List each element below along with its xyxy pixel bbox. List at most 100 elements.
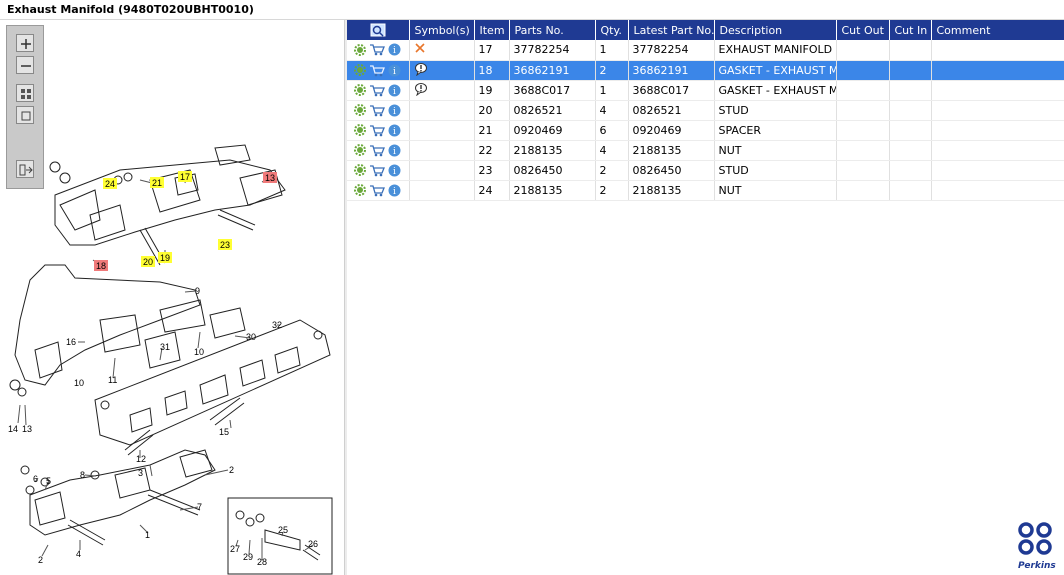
row-description: GASKET - EXHAUST MANIFOLD — [714, 60, 837, 81]
column-header-cut-in[interactable]: Cut In — [889, 20, 932, 40]
parts-list-pane: Symbol(s) Item Parts No. Qty. Latest Par… — [347, 20, 1064, 575]
callout-18[interactable]: 18 — [96, 261, 106, 271]
row-description: STUD — [714, 160, 837, 181]
table-row[interactable]: i 22 2188135 4 2188135 NUT — [347, 140, 1064, 161]
callout-7[interactable]: 7 — [197, 502, 202, 512]
zoom-in-button[interactable] — [16, 34, 34, 52]
callout-31[interactable]: 31 — [160, 342, 170, 352]
cart-icon[interactable] — [369, 64, 385, 77]
table-row[interactable]: i193688C01713688C017GASKET - EXHAUST MAN… — [347, 80, 1064, 101]
exploded-diagram[interactable]: 24 21 17 13 18 20 19 23 9 16 11 31 10 30… — [0, 20, 345, 575]
cart-icon[interactable] — [369, 104, 385, 117]
row-item: 22 — [474, 140, 510, 161]
callout-28[interactable]: 28 — [257, 557, 267, 567]
gear-icon[interactable] — [354, 184, 366, 196]
info-icon[interactable]: i — [388, 144, 401, 157]
callout-27[interactable]: 27 — [230, 544, 240, 554]
callout-2[interactable]: 2 — [229, 465, 234, 475]
callout-2b[interactable]: 2 — [38, 555, 43, 565]
gasket-plate — [94, 319, 331, 446]
column-header-latest-part-no[interactable]: Latest Part No. — [628, 20, 715, 40]
callout-29[interactable]: 29 — [243, 552, 253, 562]
callout-17[interactable]: 17 — [180, 172, 190, 182]
column-header-description[interactable]: Description — [714, 20, 837, 40]
info-icon[interactable]: i — [388, 184, 401, 197]
gear-icon[interactable] — [354, 144, 366, 156]
table-row[interactable]: i 24 2188135 2 2188135 NUT — [347, 180, 1064, 201]
table-row[interactable]: i 20 0826521 4 0826521 STUD — [347, 100, 1064, 121]
callout-21[interactable]: 21 — [152, 178, 162, 188]
row-qty: 2 — [595, 180, 629, 201]
column-header-parts-no[interactable]: Parts No. — [509, 20, 596, 40]
column-header-tools[interactable] — [347, 20, 410, 40]
superseded-cross-icon — [414, 43, 425, 53]
column-header-cut-out[interactable]: Cut Out — [836, 20, 890, 40]
row-latest-part-no: 3688C017 — [628, 80, 715, 101]
table-row[interactable]: i 21 0920469 6 0920469 SPACER — [347, 120, 1064, 141]
gear-icon[interactable] — [354, 84, 366, 96]
gear-icon[interactable] — [354, 164, 366, 176]
cart-icon[interactable] — [369, 84, 385, 97]
svg-text:i: i — [393, 167, 396, 177]
callout-30[interactable]: 30 — [246, 332, 256, 342]
callout-3[interactable]: 3 — [138, 468, 143, 478]
callout-8[interactable]: 8 — [80, 470, 85, 480]
callout-19[interactable]: 19 — [160, 253, 170, 263]
info-icon[interactable]: i — [388, 124, 401, 137]
row-actions: i — [347, 40, 410, 61]
row-latest-part-no: 2188135 — [628, 140, 715, 161]
cart-icon[interactable] — [369, 164, 385, 177]
zoom-out-icon — [21, 65, 31, 67]
callout-23[interactable]: 23 — [220, 240, 230, 250]
callout-10b[interactable]: 10 — [74, 378, 84, 388]
fit-grid-button[interactable] — [16, 84, 34, 102]
column-header-item[interactable]: Item — [474, 20, 510, 40]
gear-icon[interactable] — [354, 104, 366, 116]
callout-13[interactable]: 13 — [265, 173, 275, 183]
callout-13b[interactable]: 13 — [22, 424, 32, 434]
info-icon[interactable]: i — [388, 164, 401, 177]
export-button[interactable] — [16, 160, 34, 178]
cart-icon[interactable] — [369, 144, 385, 157]
fit-window-button[interactable] — [16, 106, 34, 124]
callout-20[interactable]: 20 — [143, 257, 153, 267]
parts-diagram-pane[interactable]: 24 21 17 13 18 20 19 23 9 16 11 31 10 30… — [0, 20, 345, 575]
row-symbol — [409, 60, 475, 81]
cart-icon[interactable] — [369, 124, 385, 137]
callout-5[interactable]: 5 — [46, 476, 51, 486]
column-header-qty[interactable]: Qty. — [595, 20, 629, 40]
callout-12[interactable]: 12 — [136, 454, 146, 464]
info-icon[interactable]: i — [388, 84, 401, 97]
callout-14[interactable]: 14 — [8, 424, 18, 434]
table-row[interactable]: i1836862191236862191GASKET - EXHAUST MAN… — [347, 60, 1064, 81]
callout-11[interactable]: 11 — [108, 375, 117, 385]
callout-16[interactable]: 16 — [66, 337, 76, 347]
column-header-comment[interactable]: Comment — [931, 20, 1064, 40]
callout-10[interactable]: 10 — [194, 347, 204, 357]
zoom-in-icon — [21, 39, 31, 49]
callout-6[interactable]: 6 — [33, 474, 38, 484]
callout-24[interactable]: 24 — [105, 179, 115, 189]
table-row[interactable]: i 17 37782254 1 37782254 EXHAUST MANIFOLD — [347, 40, 1064, 61]
cart-icon[interactable] — [369, 184, 385, 197]
gear-icon[interactable] — [354, 64, 366, 76]
callout-15[interactable]: 15 — [219, 427, 229, 437]
zoom-out-button[interactable] — [16, 56, 34, 74]
row-description: GASKET - EXHAUST MANIFOLD — [714, 80, 837, 101]
callout-9[interactable]: 9 — [195, 286, 200, 296]
callout-1[interactable]: 1 — [145, 530, 150, 540]
column-header-symbols[interactable]: Symbol(s) — [409, 20, 475, 40]
callout-25[interactable]: 25 — [278, 525, 288, 535]
gear-icon[interactable] — [354, 124, 366, 136]
row-symbol — [409, 120, 475, 141]
info-icon[interactable]: i — [388, 64, 401, 77]
gear-icon[interactable] — [354, 43, 366, 56]
cart-icon[interactable] — [369, 43, 385, 56]
table-row[interactable]: i 23 0826450 2 0826450 STUD — [347, 160, 1064, 181]
callout-4[interactable]: 4 — [76, 549, 81, 559]
info-icon[interactable]: i — [388, 43, 401, 56]
info-icon[interactable]: i — [388, 104, 401, 117]
callout-26[interactable]: 26 — [308, 539, 318, 549]
callout-32[interactable]: 32 — [272, 320, 282, 330]
fit-grid-icon — [21, 89, 31, 99]
